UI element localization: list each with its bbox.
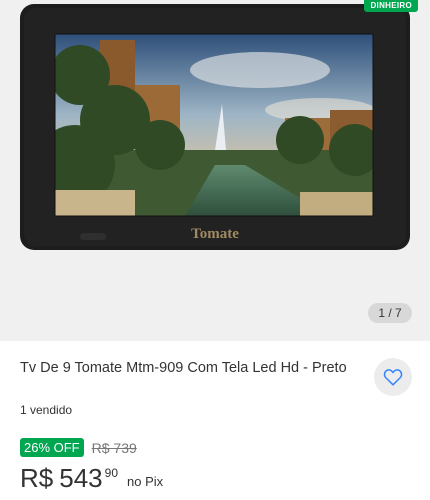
payment-badge: DINHEIRO (364, 0, 418, 12)
old-price: R$ 739 (91, 439, 137, 456)
product-gallery[interactable]: Tomate DINHEIRO 1 / 7 (0, 0, 430, 341)
price-whole: 543 (59, 463, 103, 493)
favorite-button[interactable] (374, 358, 412, 396)
tv-brand-logo: Tomate (191, 226, 239, 242)
product-title: Tv De 9 Tomate Mtm-909 Com Tela Led Hd -… (20, 360, 347, 376)
sold-count: 1 vendido (20, 403, 73, 417)
price-currency: R$ (20, 463, 54, 493)
heart-icon (383, 369, 403, 386)
discount-row: 26% OFF R$ 739 (20, 438, 137, 457)
current-price: R$ 543 90 no Pix (20, 462, 163, 494)
product-info: Tv De 9 Tomate Mtm-909 Com Tela Led Hd -… (0, 341, 430, 500)
price-cents: 90 (104, 466, 118, 480)
product-image[interactable]: Tomate (0, 0, 430, 341)
price-payment-method: no Pix (127, 474, 164, 489)
image-counter: 1 / 7 (368, 303, 412, 323)
discount-badge: 26% OFF (20, 438, 84, 457)
